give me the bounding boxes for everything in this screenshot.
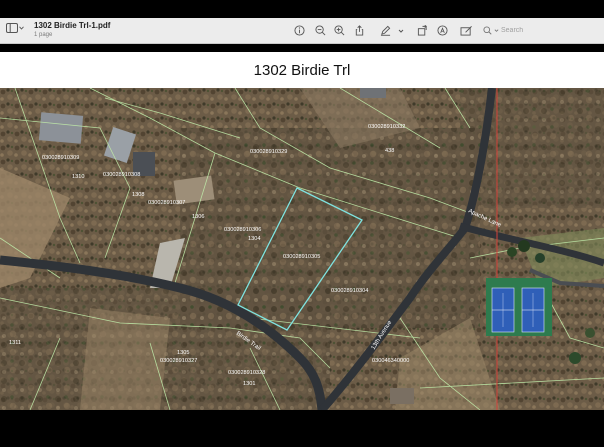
share-icon <box>355 25 364 36</box>
markup-pen-icon <box>380 25 391 36</box>
share-button[interactable] <box>353 24 366 37</box>
document-filename: 1302 Birdie Trl-1.pdf <box>34 21 111 30</box>
address-label: 1301 <box>243 381 255 387</box>
rotate-button[interactable] <box>416 24 429 37</box>
address-label: 1310 <box>72 174 84 180</box>
parcel-label: 030028910308 <box>103 172 140 178</box>
tennis-courts <box>486 278 552 336</box>
parcel-label: 030028910307 <box>148 200 185 206</box>
document-page-count: 1 page <box>34 32 53 38</box>
sidebar-toggle-button[interactable] <box>4 22 26 34</box>
parcel-label: 030028910306 <box>224 227 261 233</box>
edit-button[interactable] <box>459 24 474 37</box>
address-label: 1311 <box>9 340 21 346</box>
toolbar-left: 1302 Birdie Trl-1.pdf 1 page <box>4 22 110 38</box>
search-icon <box>483 26 492 35</box>
zoom-out-icon <box>315 25 326 36</box>
address-label: 1304 <box>248 236 260 242</box>
zoom-in-icon <box>334 25 345 36</box>
pdf-page: 1302 Birdie Trl 030028910309 03002891030… <box>0 52 604 410</box>
parcel-label: 030028910305 <box>283 254 320 260</box>
sidebar-icon <box>6 23 18 33</box>
info-button[interactable] <box>293 24 306 37</box>
page-title: 1302 Birdie Trl <box>253 62 351 79</box>
parcel-label: 030028910327 <box>160 358 197 364</box>
parcel-label: 030028910309 <box>42 155 79 161</box>
parcel-label: 030028910304 <box>331 288 368 294</box>
edit-icon <box>460 26 472 36</box>
markup-button[interactable] <box>379 24 392 37</box>
parcel-label: 030046340000 <box>372 358 409 364</box>
address-label: 1308 <box>132 192 144 198</box>
search-field[interactable] <box>480 23 600 38</box>
zoom-in-button[interactable] <box>333 24 346 37</box>
markup-menu-button[interactable] <box>397 24 405 37</box>
chevron-down-icon <box>19 26 24 30</box>
parcel-label: 030028910332 <box>368 124 405 130</box>
address-label: 1305 <box>177 350 189 356</box>
rotate-icon <box>417 25 427 36</box>
info-icon <box>294 25 305 36</box>
preview-toolbar: 1302 Birdie Trl-1.pdf 1 page <box>0 18 604 44</box>
parcel-label: 030028910328 <box>228 370 265 376</box>
chevron-down-icon <box>494 29 499 32</box>
parcel-label: 030028910329 <box>250 149 287 155</box>
document-info: 1302 Birdie Trl-1.pdf 1 page <box>34 21 111 39</box>
chevron-down-icon <box>398 29 404 33</box>
highlight-button[interactable] <box>436 24 449 37</box>
zoom-out-button[interactable] <box>314 24 327 37</box>
highlight-icon <box>437 25 448 36</box>
address-label: 438 <box>385 148 394 154</box>
address-label: 1306 <box>192 214 204 220</box>
search-input[interactable] <box>501 27 581 34</box>
aerial-parcel-map: 030028910309 030028910308 030028910307 0… <box>0 88 604 410</box>
